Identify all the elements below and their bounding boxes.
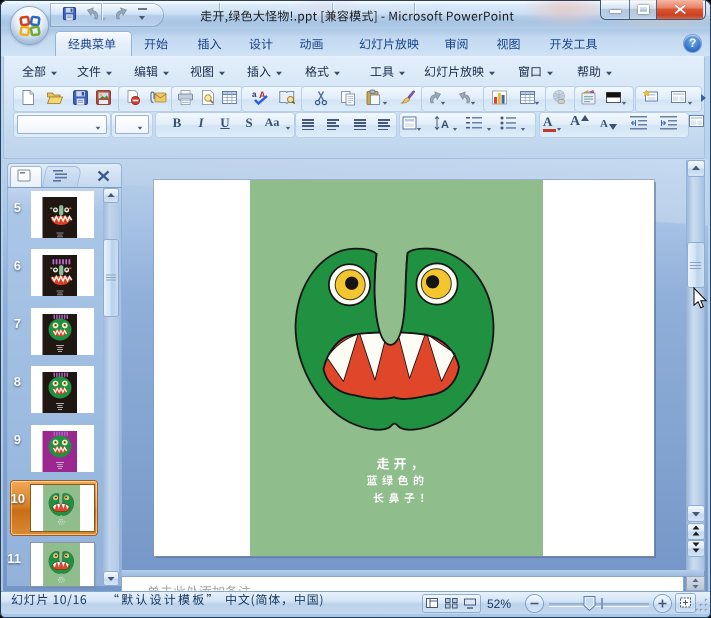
svg-text:a: a: [252, 90, 257, 99]
svg-text:A: A: [441, 119, 449, 131]
